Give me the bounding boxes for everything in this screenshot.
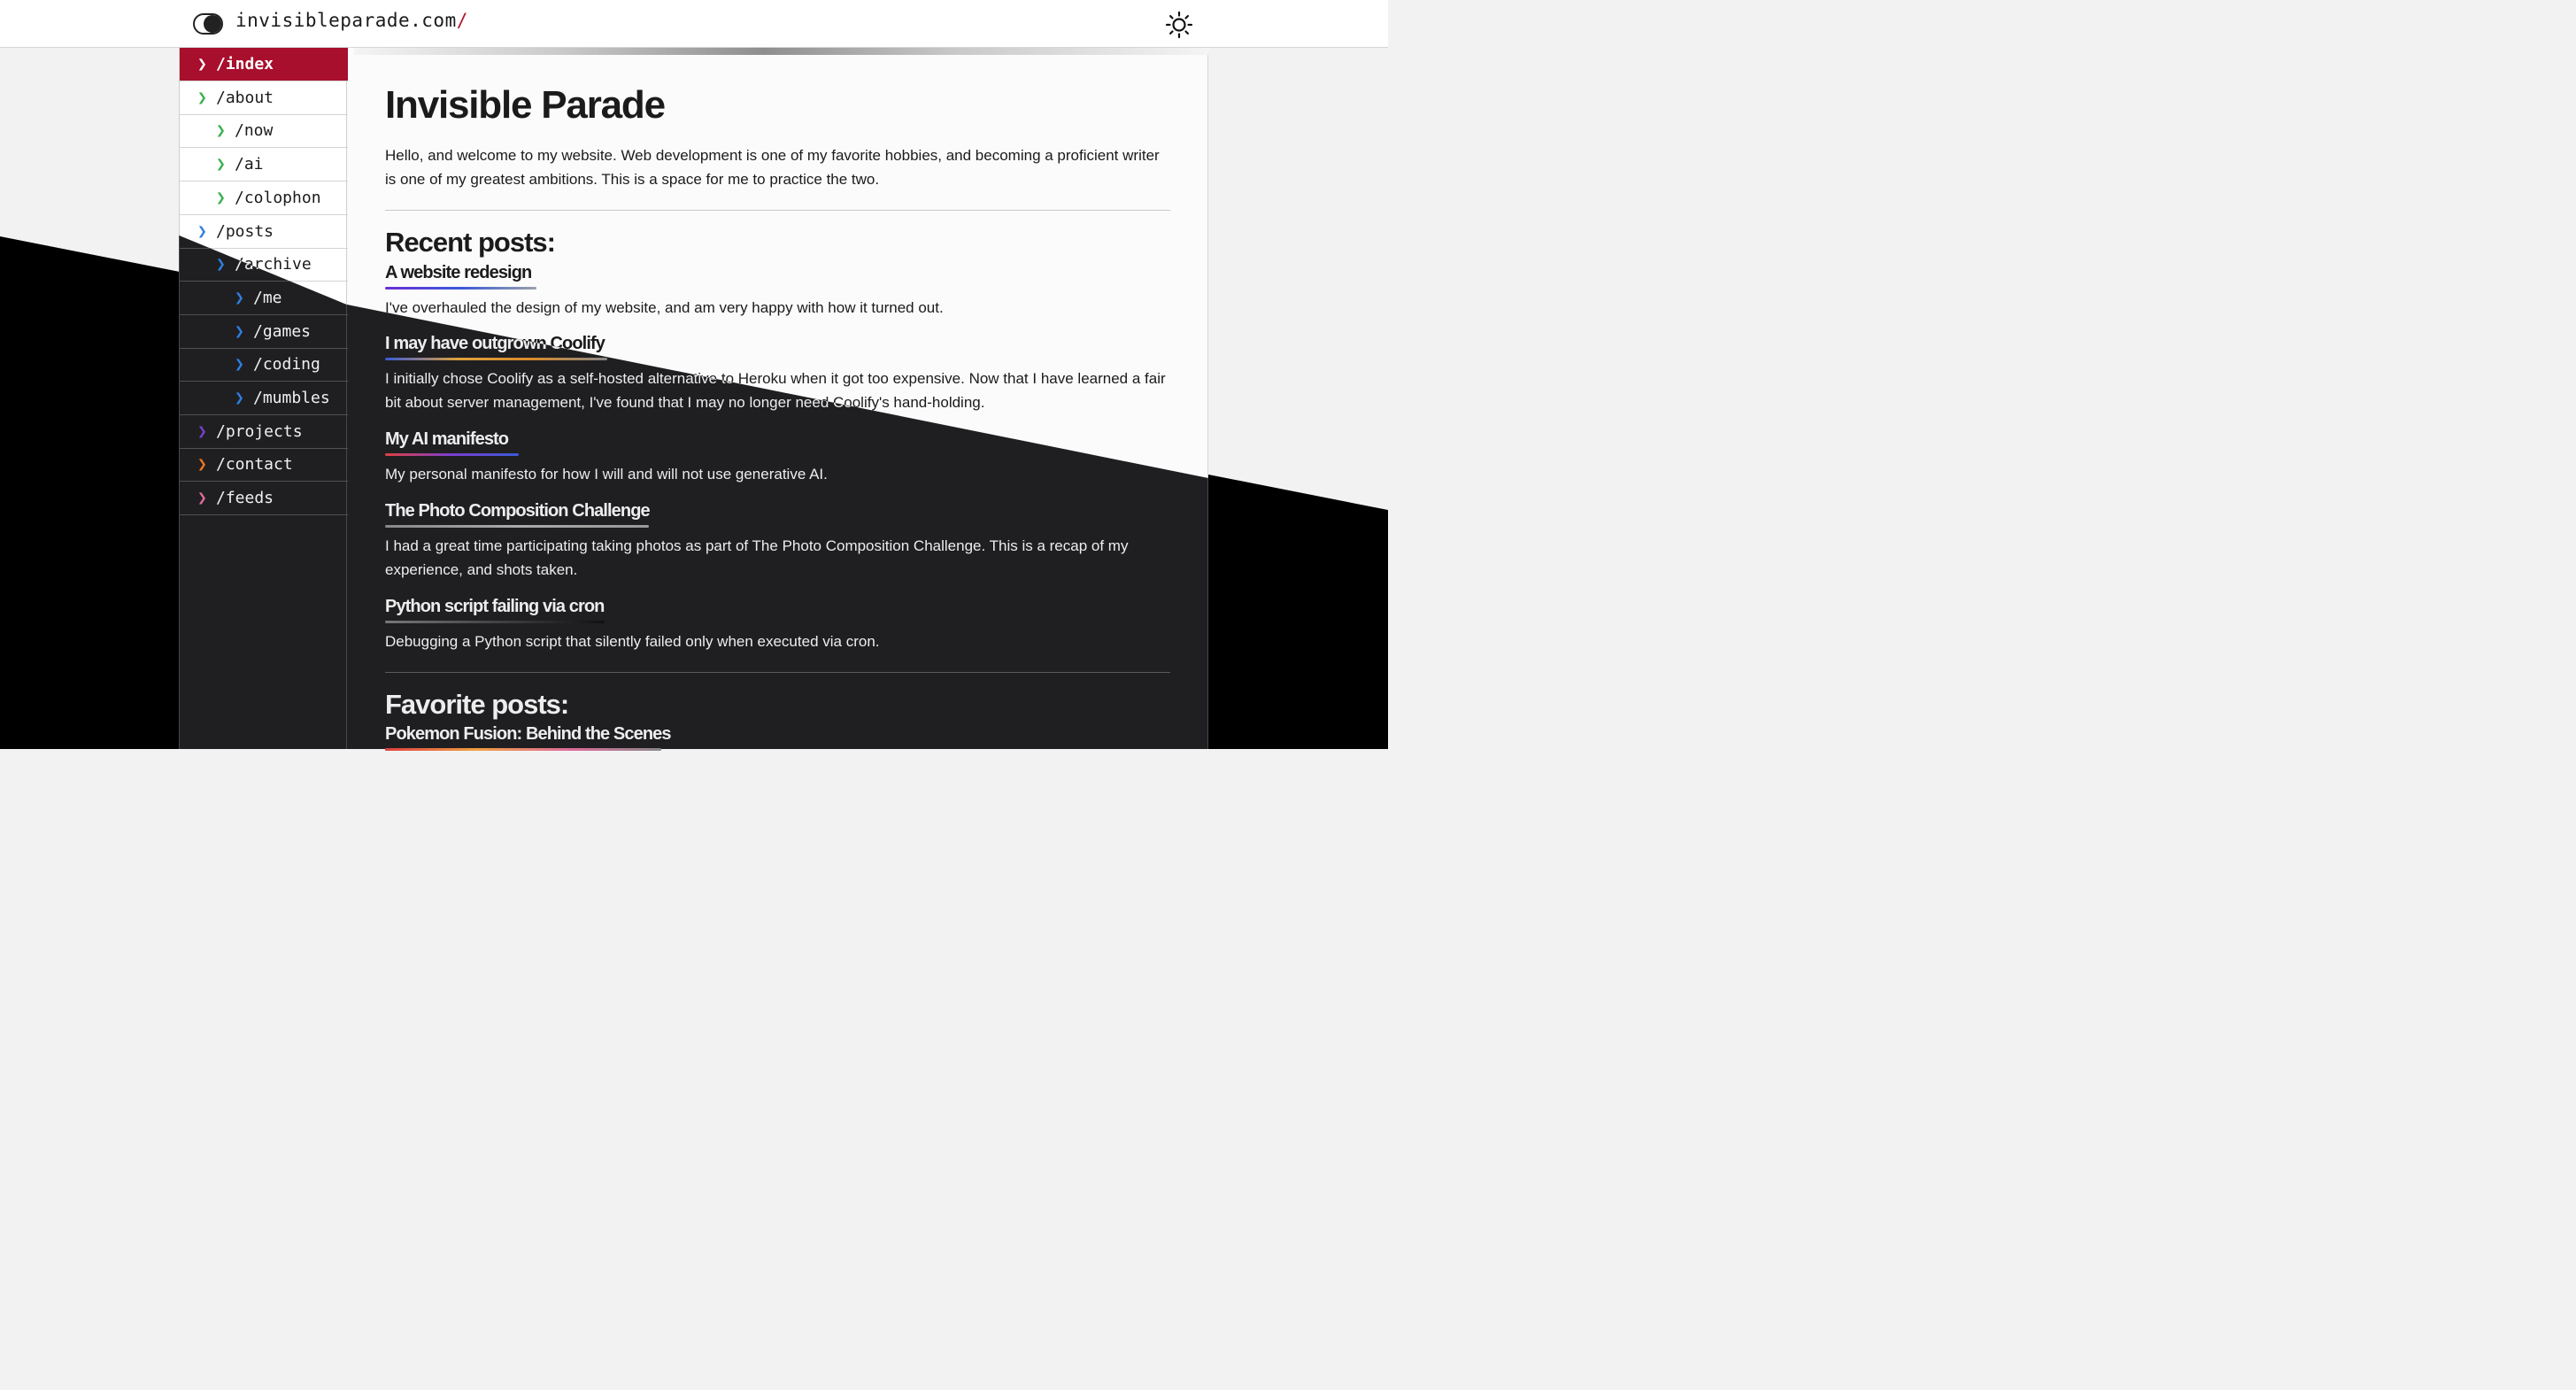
post-link-pokemon-fusion[interactable]: Pokemon Fusion: Behind the Scenes [385,724,671,751]
chevron-right-icon: ❯ [216,121,226,141]
sun-icon[interactable] [1165,11,1193,39]
sidebar-item-projects[interactable]: ❯ /projects [180,415,348,449]
chevron-right-icon: ❯ [197,455,207,475]
sidebar-item-label: /me [253,288,282,307]
sidebar-item-contact[interactable]: ❯ /contact [180,448,348,483]
site-header: invisibleparade.com/ [0,0,1388,48]
sidebar-item-label: /mumbles [253,389,330,407]
chevron-right-icon: ❯ [216,155,226,174]
chevron-right-icon: ❯ [235,389,244,407]
post-description: Debugging a Python script that silently … [385,633,880,650]
sidebar-item-label: /ai [235,155,264,174]
sidebar-item-about[interactable]: ❯ /about [180,81,348,115]
sidebar-item-coding[interactable]: ❯ /coding [180,348,348,382]
sidebar-nav: ❯ /index ❯ /about ❯ /now ❯ /ai ❯ /colophon ❯ /posts… [179,48,348,749]
post-description: My personal manifesto for how I will and… [385,466,828,483]
contrast-toggle-icon[interactable] [193,13,223,35]
chevron-right-icon: ❯ [235,288,244,307]
sidebar-item-posts[interactable]: ❯ /posts [180,215,348,249]
chevron-right-icon: ❯ [197,221,207,241]
sidebar-item-label: /games [253,321,312,341]
sidebar-item-label: /projects [216,421,303,441]
sidebar-item-label: /feeds [216,489,274,508]
site-home-link[interactable]: invisibleparade.com/ [235,10,468,31]
favorite-posts-heading: Favorite posts: [385,689,569,720]
sidebar-item-ai[interactable]: ❯ /ai [180,148,348,182]
chevron-right-icon: ❯ [197,421,207,441]
post-link-a-website-redesign[interactable]: A website redesign [385,263,536,290]
sidebar-item-label: /about [216,88,274,107]
sidebar-item-label: /contact [216,455,293,475]
sidebar-item-mumbles[interactable]: ❯ /mumbles [180,382,348,415]
sidebar-item-games[interactable]: ❯ /games [180,315,348,349]
divider [385,672,1170,673]
chevron-right-icon: ❯ [197,489,207,508]
divider [385,210,1170,211]
chevron-right-icon: ❯ [197,55,207,73]
chevron-right-icon: ❯ [216,188,226,207]
sidebar-item-now[interactable]: ❯ /now [180,114,348,149]
sidebar-item-label: /index [216,55,274,73]
sidebar-item-index[interactable]: ❯ /index [180,48,348,81]
sidebar-item-label: /posts [216,221,274,241]
sidebar-item-label: /coding [253,355,320,375]
sidebar-item-colophon[interactable]: ❯ /colophon [180,181,348,215]
post-description: I've overhauled the design of my website… [385,299,944,316]
reading-progress-bar [354,48,1208,55]
post-link-ai-manifesto[interactable]: My AI manifesto [385,429,519,456]
sidebar-item-feeds[interactable]: ❯ /feeds [180,482,348,516]
chevron-right-icon: ❯ [197,88,207,107]
post-link-photo-composition[interactable]: The Photo Composition Challenge [385,501,651,528]
sidebar-item-label: /now [235,121,274,141]
post-link-python-cron[interactable]: Python script failing via cron [385,597,605,623]
main-content: Invisible Parade Hello, and welcome to m… [347,48,1208,751]
intro-paragraph: Hello, and welcome to my website. Web de… [385,147,1160,188]
recent-posts-heading: Recent posts: [385,227,556,258]
chevron-right-icon: ❯ [235,355,244,375]
sidebar-item-label: /colophon [235,188,321,207]
page-title: Invisible Parade [385,83,666,127]
post-description: I had a great time participating taking … [385,537,1129,578]
chevron-right-icon: ❯ [235,321,244,341]
